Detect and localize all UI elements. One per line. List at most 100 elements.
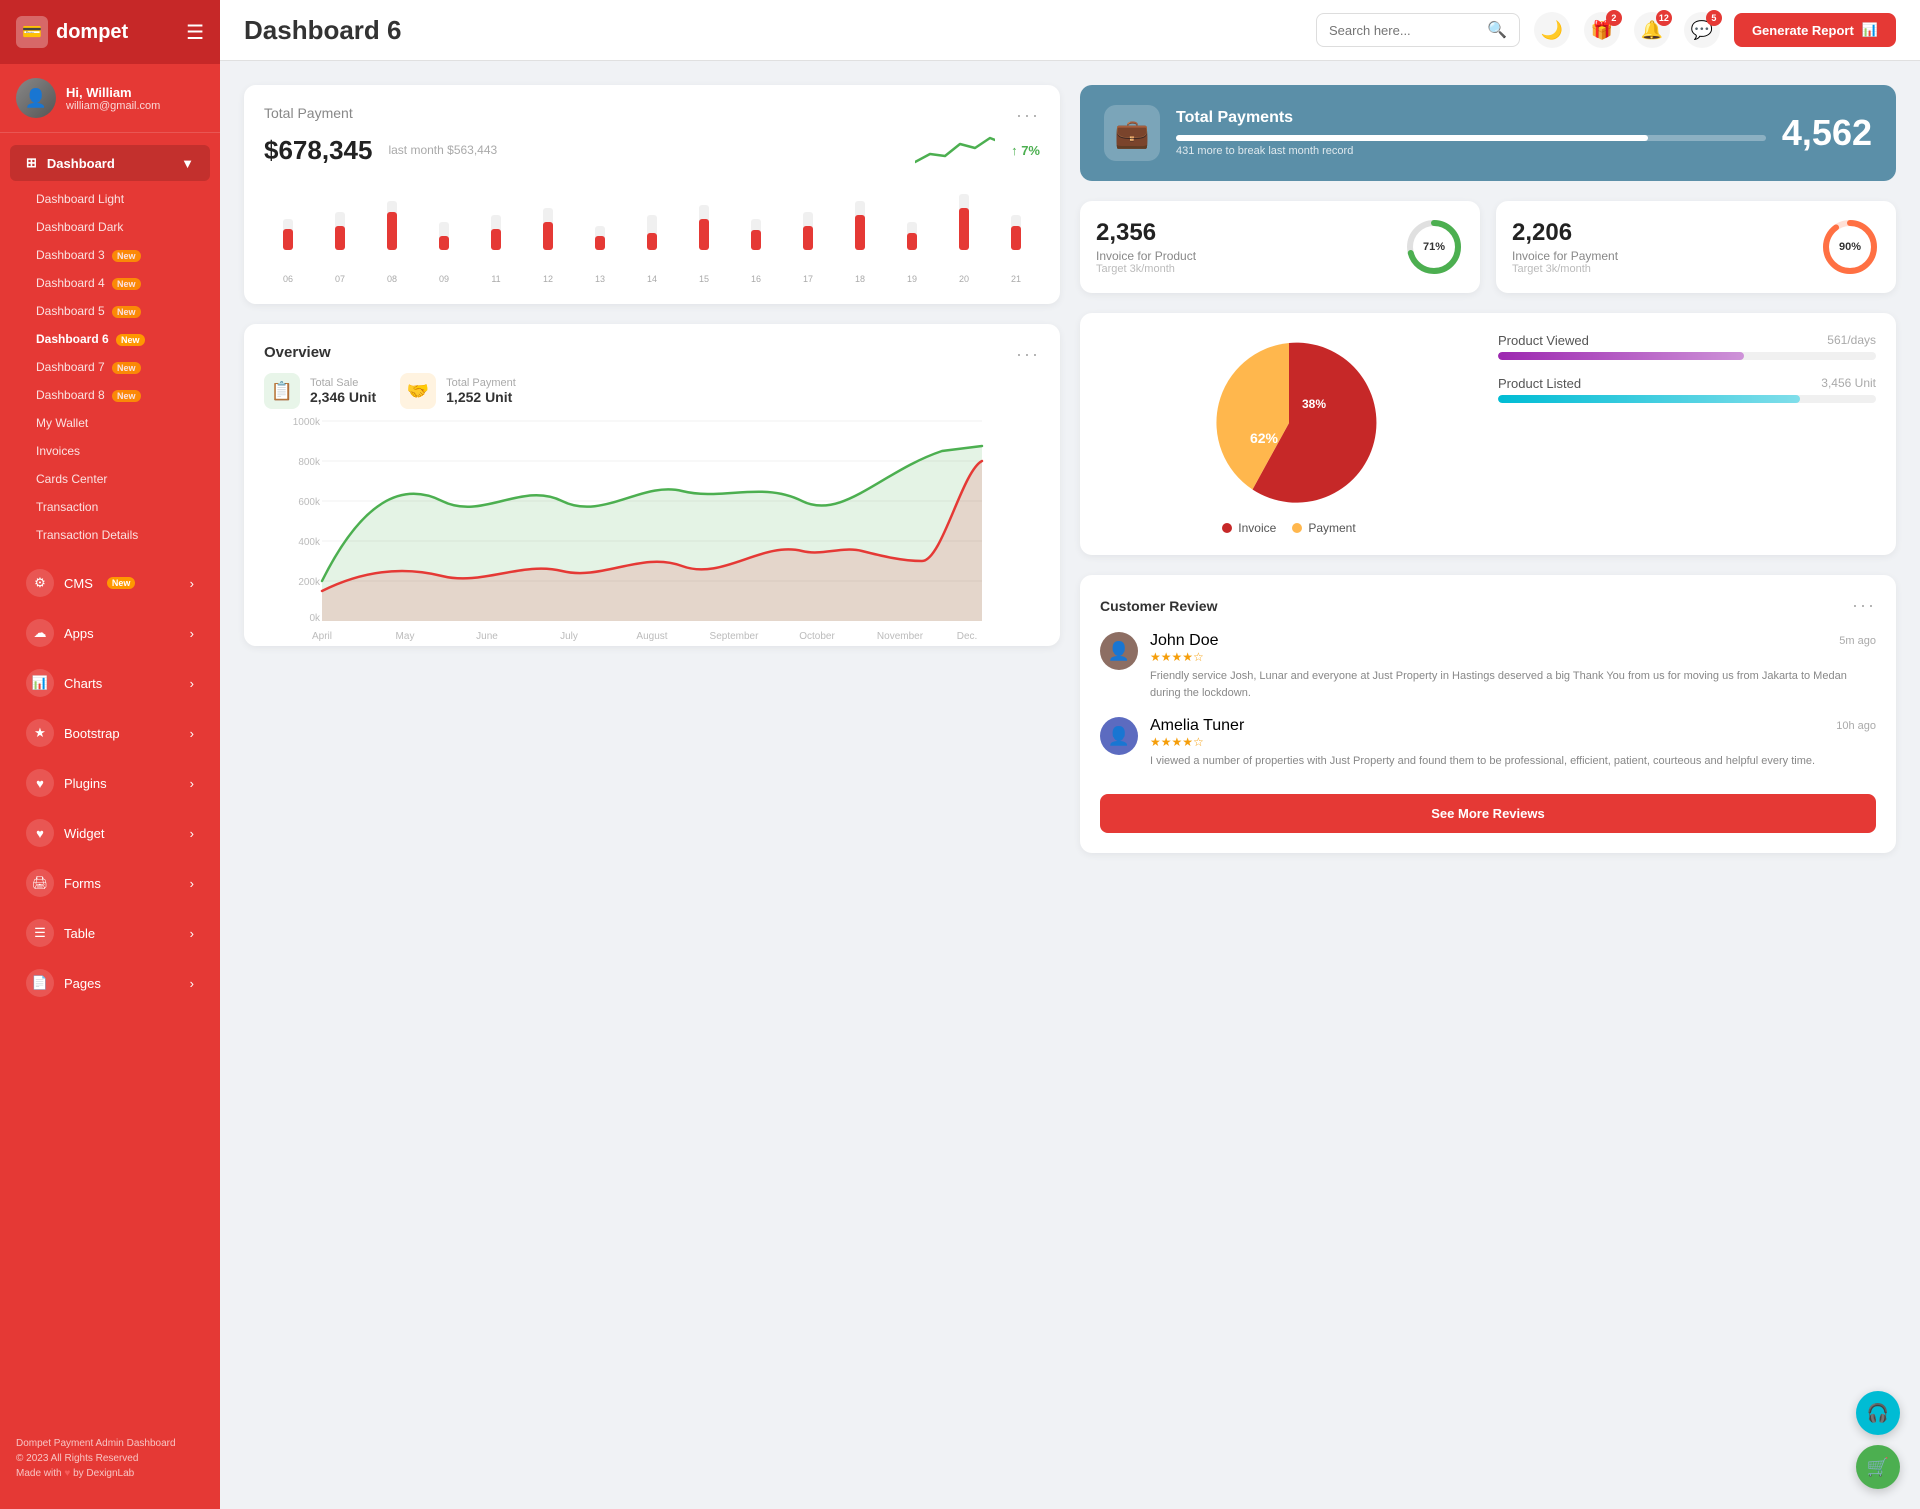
bootstrap-icon: ★ <box>26 719 54 747</box>
total-payment-legend: 🤝 Total Payment 1,252 Unit <box>400 373 516 409</box>
total-sale-legend: 📋 Total Sale 2,346 Unit <box>264 373 376 409</box>
review-content-2: Amelia Tuner 10h ago ★★★★☆ I viewed a nu… <box>1150 717 1876 770</box>
dashboard-label: Dashboard <box>47 156 115 171</box>
hamburger-icon[interactable]: ☰ <box>186 20 204 45</box>
nav-sub-dashboard-8[interactable]: Dashboard 8 New <box>0 381 220 409</box>
nav-plugins[interactable]: ♥Plugins › <box>10 759 210 807</box>
nav-sub-invoices[interactable]: Invoices <box>0 437 220 465</box>
total-payments-number: 4,562 <box>1782 112 1872 154</box>
review-item-2: 👤 Amelia Tuner 10h ago ★★★★☆ I viewed a … <box>1100 717 1876 770</box>
bar-label: 18 <box>836 274 884 284</box>
product-listed-value: 3,456 Unit <box>1821 376 1876 391</box>
bar-red <box>959 208 969 250</box>
svg-text:April: April <box>312 631 332 642</box>
nav-sub-dashboard-dark[interactable]: Dashboard Dark <box>0 213 220 241</box>
bar-group <box>784 170 832 250</box>
nav-other-section: ⚙CMS New › ☁Apps › 📊Charts › ★Bootstrap … <box>0 557 220 1009</box>
svg-text:800k: 800k <box>298 457 321 468</box>
nav-sub-my-wallet[interactable]: My Wallet <box>0 409 220 437</box>
user-profile: 👤 Hi, William william@gmail.com <box>0 64 220 133</box>
nav-charts[interactable]: 📊Charts › <box>10 659 210 707</box>
nav-forms[interactable]: 🖨Forms › <box>10 859 210 907</box>
product-viewed-bar-bg <box>1498 352 1876 360</box>
nav-sub-dashboard-4[interactable]: Dashboard 4 New <box>0 269 220 297</box>
see-more-reviews-button[interactable]: See More Reviews <box>1100 794 1876 833</box>
bar-red <box>439 236 449 250</box>
review-time-2: 10h ago <box>1836 720 1876 732</box>
bar-label: 15 <box>680 274 728 284</box>
nav-sub-dashboard-3[interactable]: Dashboard 3 New <box>0 241 220 269</box>
overview-area-chart: 1000k 800k 600k 400k 200k 0k April <box>264 421 1040 621</box>
nav-bootstrap[interactable]: ★Bootstrap › <box>10 709 210 757</box>
chat-badge: 5 <box>1706 10 1722 26</box>
bar-red <box>543 222 553 250</box>
user-greeting: Hi, William <box>66 85 160 100</box>
search-input[interactable] <box>1329 23 1479 38</box>
bell-btn[interactable]: 🔔 12 <box>1634 12 1670 48</box>
bar-red <box>855 215 865 250</box>
nav-table[interactable]: ☰Table › <box>10 909 210 957</box>
bar-label: 11 <box>472 274 520 284</box>
support-float-btn[interactable]: 🎧 <box>1856 1391 1900 1435</box>
bar-group <box>888 170 936 250</box>
overview-menu[interactable]: ··· <box>1016 344 1040 365</box>
payment-bar-chart <box>264 180 1040 270</box>
nav-sub-transaction[interactable]: Transaction <box>0 493 220 521</box>
total-payment-card: Total Payment ··· $678,345 last month $5… <box>244 85 1060 304</box>
gift-badge: 2 <box>1606 10 1622 26</box>
bar-group <box>576 170 624 250</box>
invoice-payment-card: 2,206 Invoice for Payment Target 3k/mont… <box>1496 201 1896 293</box>
svg-text:July: July <box>560 631 578 642</box>
apps-icon: ☁ <box>26 619 54 647</box>
invoice-product-donut: 71% <box>1404 217 1464 277</box>
review-menu[interactable]: ··· <box>1852 595 1876 616</box>
review-time-1: 5m ago <box>1839 635 1876 647</box>
total-payment-legend-icon: 🤝 <box>400 373 436 409</box>
nav-sub-transaction-details[interactable]: Transaction Details <box>0 521 220 549</box>
bar-red <box>595 236 605 250</box>
dashboard-nav-item[interactable]: ⊞ Dashboard ▼ <box>10 145 210 181</box>
reviewer-avatar-2: 👤 <box>1100 717 1138 755</box>
nav-cms[interactable]: ⚙CMS New › <box>10 559 210 607</box>
reviewer-stars-2: ★★★★☆ <box>1150 735 1876 749</box>
svg-text:November: November <box>877 631 924 642</box>
svg-text:0k: 0k <box>309 613 321 624</box>
dashboard-icon: ⊞ <box>26 155 37 171</box>
content-area: Total Payment ··· $678,345 last month $5… <box>220 61 1920 1509</box>
sidebar: 💳 dompet ☰ 👤 Hi, William william@gmail.c… <box>0 0 220 1509</box>
stats-row: 2,356 Invoice for Product Target 3k/mont… <box>1080 201 1896 293</box>
product-listed-label: Product Listed <box>1498 376 1581 391</box>
nav-widget[interactable]: ♥Widget › <box>10 809 210 857</box>
total-payments-title: Total Payments <box>1176 109 1766 127</box>
trend-line-chart <box>915 134 995 166</box>
bar-group <box>524 170 572 250</box>
nav-sub-dashboard-light[interactable]: Dashboard Light <box>0 185 220 213</box>
nav-apps[interactable]: ☁Apps › <box>10 609 210 657</box>
bar-label: 09 <box>420 274 468 284</box>
bell-badge: 12 <box>1656 10 1672 26</box>
nav-pages[interactable]: 📄Pages › <box>10 959 210 1007</box>
moon-toggle-btn[interactable]: 🌙 <box>1534 12 1570 48</box>
reviewer-stars-1: ★★★★☆ <box>1150 650 1876 664</box>
chat-btn[interactable]: 💬 5 <box>1684 12 1720 48</box>
floating-buttons: 🎧 🛒 <box>1856 1391 1900 1489</box>
nav-sub-dashboard-6[interactable]: Dashboard 6 New <box>0 325 220 353</box>
topbar-right: 🔍 🌙 🎁 2 🔔 12 💬 5 Generate Report 📊 <box>1316 12 1896 48</box>
invoice-payment-target: Target 3k/month <box>1512 263 1618 275</box>
svg-text:Dec.: Dec. <box>957 631 978 642</box>
bar-red <box>283 229 293 250</box>
nav-sub-cards-center[interactable]: Cards Center <box>0 465 220 493</box>
total-payment-legend-label: Total Payment <box>446 377 516 389</box>
total-payment-menu[interactable]: ··· <box>1016 105 1040 126</box>
nav-sub-dashboard-7[interactable]: Dashboard 7 New <box>0 353 220 381</box>
gift-btn[interactable]: 🎁 2 <box>1584 12 1620 48</box>
nav-sub-dashboard-5[interactable]: Dashboard 5 New <box>0 297 220 325</box>
generate-report-button[interactable]: Generate Report 📊 <box>1734 13 1896 47</box>
trend-badge: ↑ 7% <box>1011 143 1040 158</box>
search-box[interactable]: 🔍 <box>1316 13 1520 47</box>
pie-chart-section: 62% 38% Invoice Payment <box>1100 333 1478 535</box>
user-email: william@gmail.com <box>66 100 160 112</box>
cart-float-btn[interactable]: 🛒 <box>1856 1445 1900 1489</box>
bar-group <box>992 170 1040 250</box>
svg-text:June: June <box>476 631 498 642</box>
